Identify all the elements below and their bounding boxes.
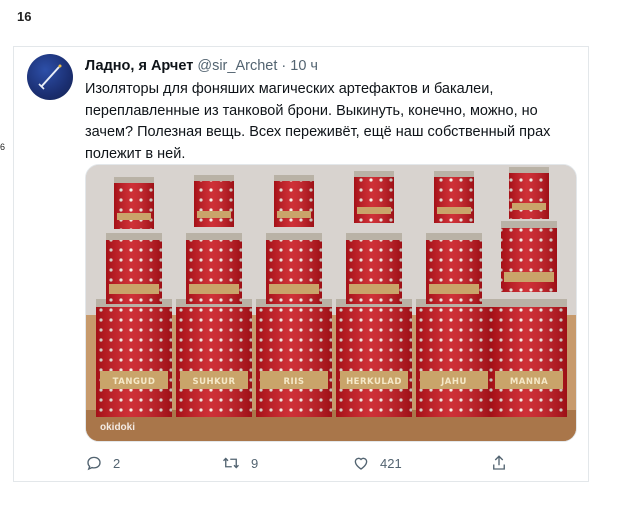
tweet-timestamp[interactable]: 10 ч [290,58,318,74]
share-icon [493,455,505,470]
photo-watermark: okidoki [100,422,136,433]
canister-label-band [109,284,159,294]
tweet-header: Ладно, я Арчет @sir_Archet · 10 ч [85,58,318,74]
canister-label-band [429,284,479,294]
canister-label-suhkur: SUHKUR [192,377,235,387]
tweet-media-photo[interactable]: TANGUD SUHKUR RIIS HERKULAD JAHU MANNA okidok… [85,164,577,442]
tweet-actions: 2 9 421 [85,451,565,475]
heart-icon [354,457,368,470]
canister-label-band [437,207,471,214]
canister-label-band [197,211,231,218]
tweet-card[interactable]: Ладно, я Арчет @sir_Archet · 10 ч Изолят… [13,46,589,482]
tweet-text: Изоляторы для фоняших магических артефак… [85,81,551,162]
canister-label-band [357,207,391,214]
display-name[interactable]: Ладно, я Арчет [85,58,193,74]
avatar[interactable] [27,54,73,100]
canister-label-band [189,284,239,294]
side-number: 6 [0,142,6,152]
canisters-photo: TANGUD SUHKUR RIIS HERKULAD JAHU MANNA [86,165,576,441]
canister-label-band [504,272,554,282]
canister-label-riis: RIIS [284,377,305,387]
reply-button[interactable]: 2 [85,451,120,475]
canister-label-band [117,213,151,220]
reply-count: 2 [113,455,121,471]
canister-label-jahu: JAHU [440,377,467,387]
canister-label-band [269,284,319,294]
retweet-count: 9 [251,455,259,471]
canister-label-band [277,211,311,218]
retweet-button[interactable]: 9 [221,451,258,475]
like-count: 421 [380,455,402,471]
canister-label-herkulad: HERKULAD [346,377,402,387]
user-handle[interactable]: @sir_Archet [197,58,277,74]
canister-label-tangud: TANGUD [113,377,156,387]
separator-dot: · [281,58,287,74]
canister-label-band [349,284,399,294]
share-button[interactable] [490,451,518,475]
canister-label-manna: MANNA [510,377,548,387]
like-button[interactable]: 421 [352,451,402,475]
reply-icon [87,456,101,471]
retweet-icon [223,457,239,469]
page-number: 16 [17,9,32,24]
sword-icon [38,64,62,90]
canister-label-band [512,203,546,210]
